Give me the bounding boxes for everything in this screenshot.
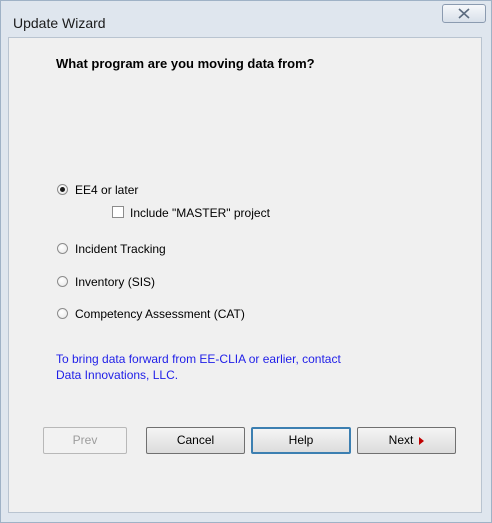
radio-label-ee4: EE4 or later	[75, 183, 139, 197]
cancel-button[interactable]: Cancel	[146, 427, 245, 454]
window-title: Update Wizard	[13, 15, 106, 31]
title-bar[interactable]: Update Wizard	[1, 1, 491, 37]
next-button[interactable]: Next	[357, 427, 456, 454]
close-button[interactable]	[442, 4, 486, 23]
radio-button-inventory[interactable]	[57, 276, 68, 287]
include-master-checkbox[interactable]	[112, 206, 124, 218]
radio-button-ee4[interactable]	[57, 184, 68, 195]
triangle-right-icon	[419, 436, 425, 445]
contact-info-line-2: Data Innovations, LLC.	[56, 368, 179, 382]
radio-label-inventory: Inventory (SIS)	[75, 275, 156, 289]
contact-info-line-1: To bring data forward from EE-CLIA or ea…	[56, 352, 341, 366]
help-button[interactable]: Help	[251, 427, 351, 454]
radio-label-incident-tracking: Incident Tracking	[75, 242, 166, 256]
question-heading: What program are you moving data from?	[56, 56, 315, 71]
include-master-label: Include "MASTER" project	[130, 206, 270, 220]
close-icon	[458, 8, 470, 19]
contact-info-text: To bring data forward from EE-CLIA or ea…	[56, 351, 436, 383]
radio-label-competency-assessment: Competency Assessment (CAT)	[75, 307, 245, 321]
update-wizard-window: Update Wizard What program are you movin…	[0, 0, 492, 523]
prev-button[interactable]: Prev	[43, 427, 127, 454]
radio-button-competency-assessment[interactable]	[57, 308, 68, 319]
next-button-label: Next	[388, 433, 414, 447]
radio-button-incident-tracking[interactable]	[57, 243, 68, 254]
